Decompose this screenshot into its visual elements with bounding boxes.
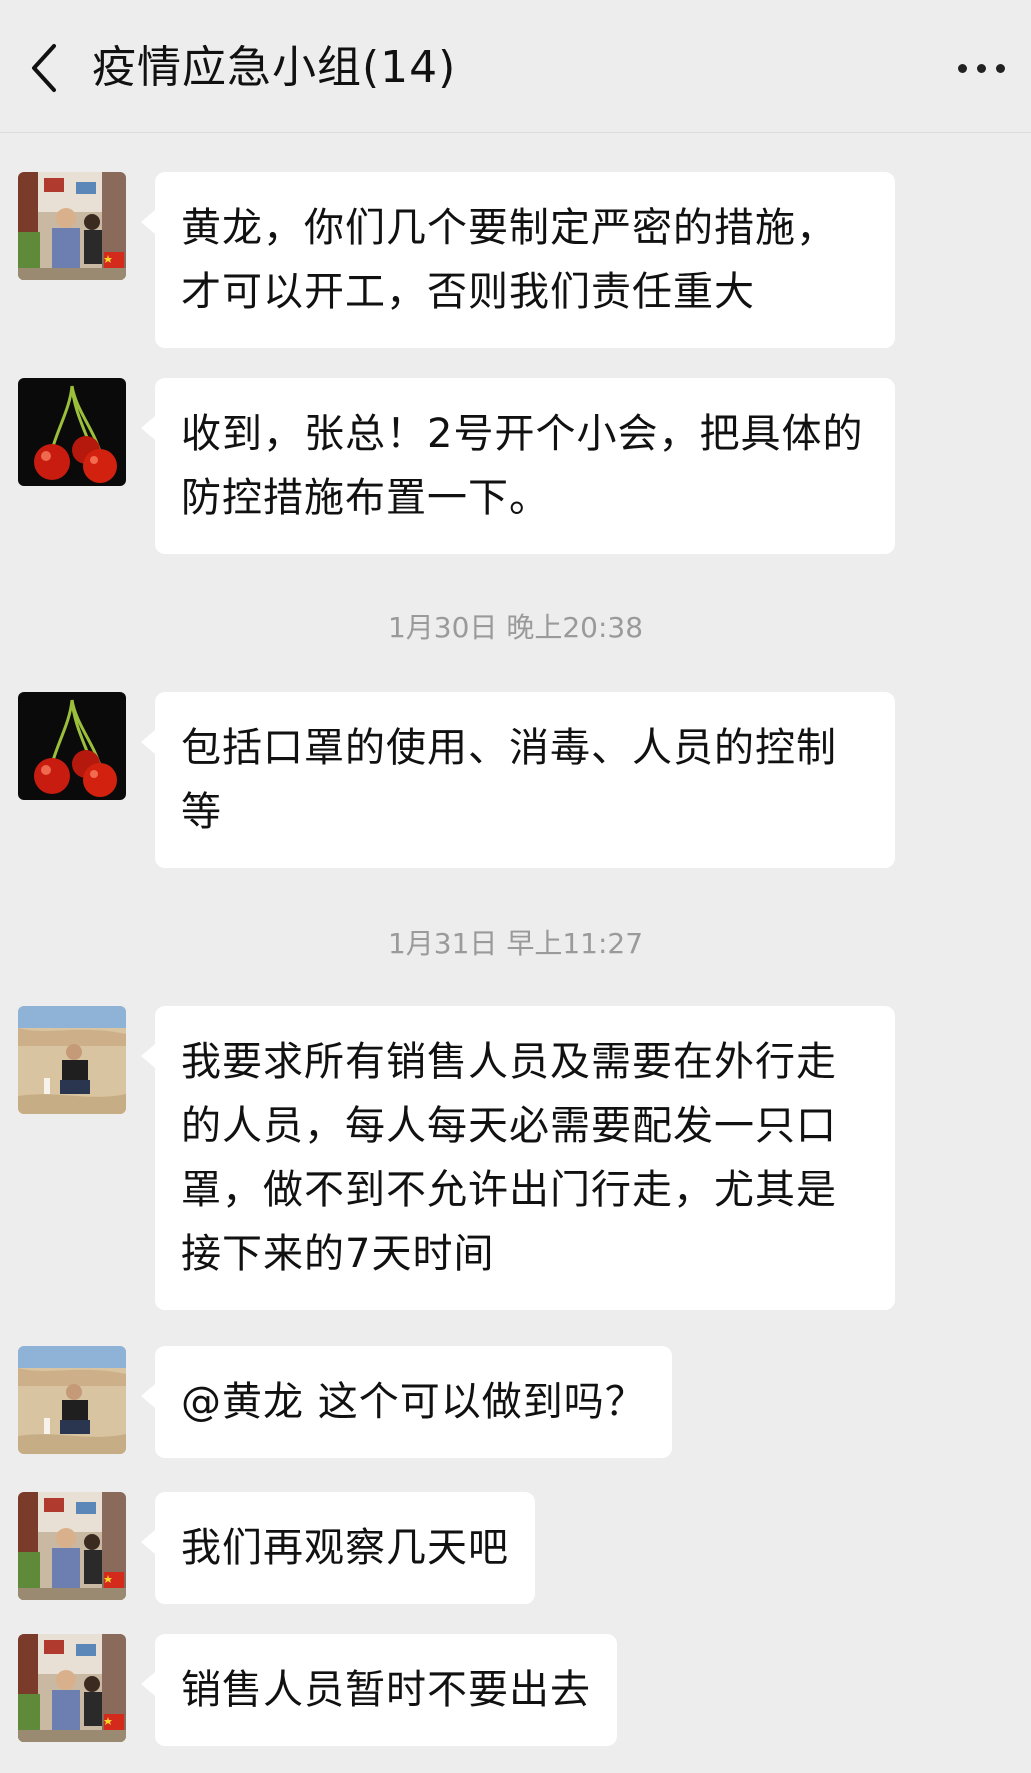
- avatar-man-street[interactable]: [18, 1492, 126, 1600]
- avatar-cherries[interactable]: [18, 692, 126, 800]
- avatar-man-street[interactable]: [18, 1634, 126, 1742]
- message-bubble[interactable]: @黄龙 这个可以做到吗？: [141, 1346, 672, 1458]
- more-dots-icon: [953, 63, 1010, 73]
- chevron-left-icon: [32, 44, 56, 92]
- avatar-man-desert[interactable]: [18, 1346, 126, 1454]
- message-text: 黄龙，你们几个要制定严密的措施，才可以开工，否则我们责任重大: [181, 205, 837, 315]
- message-bubble[interactable]: 销售人员暂时不要出去: [141, 1634, 617, 1746]
- message-text: 收到，张总！2号开个小会，把具体的防控措施布置一下。: [181, 411, 864, 521]
- timestamp: 1月31日 早上11:27: [387, 927, 644, 960]
- message-text: @黄龙 这个可以做到吗？: [181, 1379, 646, 1425]
- message-bubble[interactable]: 收到，张总！2号开个小会，把具体的防控措施布置一下。: [141, 378, 895, 554]
- timestamp: 1月30日 晚上20:38: [387, 611, 644, 644]
- avatar-cherries[interactable]: [18, 378, 126, 486]
- message-text: 销售人员暂时不要出去: [181, 1667, 591, 1713]
- message-bubble[interactable]: 我们再观察几天吧: [141, 1492, 535, 1604]
- back-button[interactable]: [12, 28, 76, 108]
- message-text: 我要求所有销售人员及需要在外行走的人员，每人每天必需要配发一只口罩，做不到不允许…: [181, 1039, 837, 1277]
- message-bubble[interactable]: 我要求所有销售人员及需要在外行走的人员，每人每天必需要配发一只口罩，做不到不允许…: [141, 1006, 895, 1310]
- chat-header: 疫情应急小组(14): [0, 0, 1031, 133]
- avatar-man-desert[interactable]: [18, 1006, 126, 1114]
- message-text: 包括口罩的使用、消毒、人员的控制等: [181, 725, 837, 835]
- more-options-button[interactable]: [941, 36, 1021, 100]
- message-text: 我们再观察几天吧: [181, 1525, 509, 1571]
- message-bubble[interactable]: 包括口罩的使用、消毒、人员的控制等: [141, 692, 895, 868]
- avatar-man-street[interactable]: [18, 172, 126, 280]
- chat-title: 疫情应急小组(14): [92, 42, 457, 93]
- message-bubble[interactable]: 黄龙，你们几个要制定严密的措施，才可以开工，否则我们责任重大: [141, 172, 895, 348]
